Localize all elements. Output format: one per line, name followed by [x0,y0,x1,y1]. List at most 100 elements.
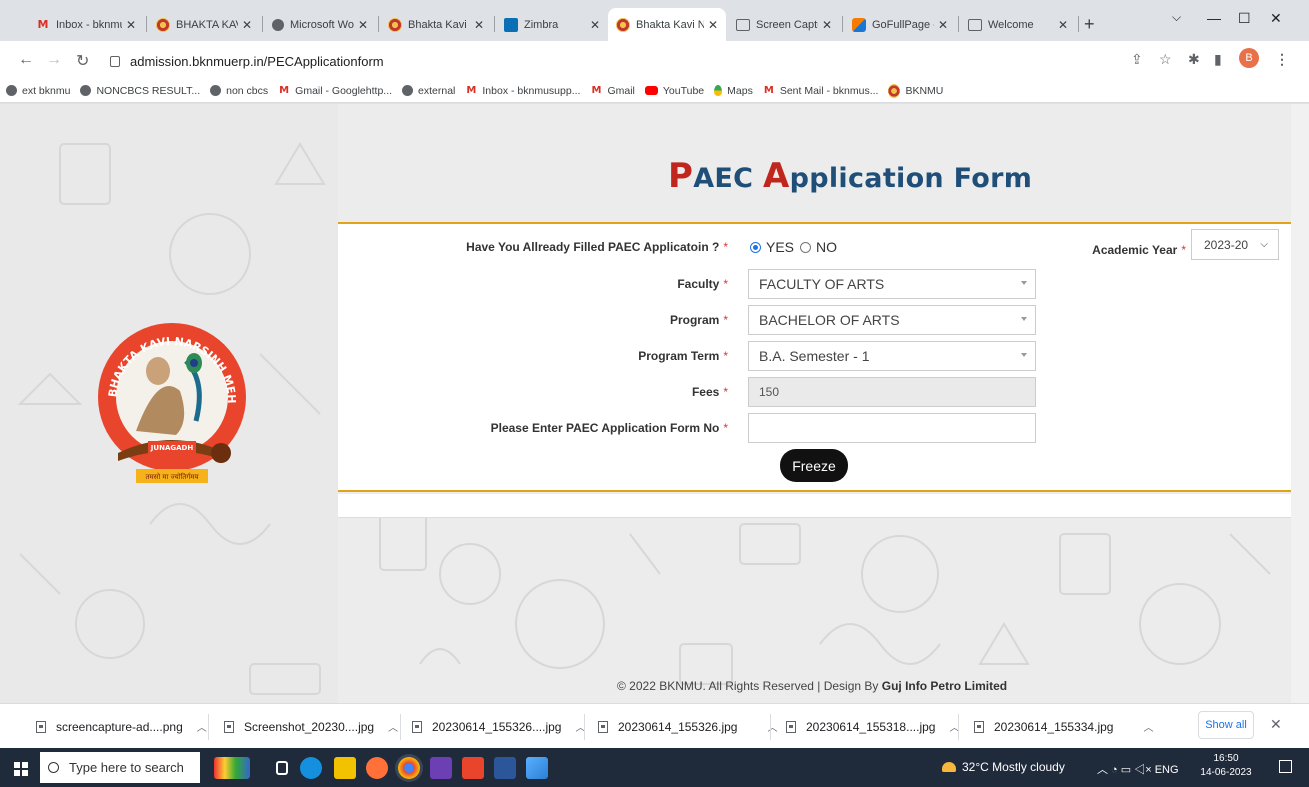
browser-tab[interactable]: Welcome ✕ [960,8,1076,41]
file-icon [412,720,422,733]
download-item[interactable]: screencapture-ad....png ︿ [36,719,207,734]
address-bar[interactable]: admission.bknmuerp.in/PECApplicationform [110,48,1110,74]
close-window-button[interactable]: ✕ [1270,10,1282,27]
tray-icons: ︿ ◔ ▭ ◁× [1097,764,1155,776]
system-tray[interactable]: ︿ ◔ ▭ ◁× ENG [1097,761,1179,777]
bookmark-star-icon[interactable]: ☆ [1159,51,1172,68]
fees-field: 150 [748,377,1036,407]
weather-widget[interactable]: 32°C Mostly cloudy [942,760,1065,774]
close-icon[interactable]: ✕ [708,18,718,32]
form-underbar [338,494,1291,518]
edge-browser-icon[interactable] [300,757,322,779]
bookmark-item[interactable]: M Sent Mail - bknmus... [763,85,879,97]
file-icon [36,720,46,733]
program-term-select[interactable]: B.A. Semester - 1 [748,341,1036,371]
download-item[interactable]: 20230614_155326.jpg ︿ [598,719,777,734]
notification-icon[interactable] [1279,760,1292,773]
no-radio-label: NO [816,239,838,255]
bookmark-item[interactable]: BKNMU [888,83,943,98]
firefox-icon[interactable] [366,757,388,779]
no-radio[interactable] [800,241,812,253]
close-icon[interactable]: ✕ [358,18,368,32]
close-icon[interactable]: ✕ [1270,716,1282,733]
bookmark-item[interactable]: external [402,85,455,97]
caret-down-icon [1021,353,1027,357]
browser-tab[interactable]: GoFullPage - F ✕ [844,8,956,41]
bookmark-item[interactable]: Maps [714,85,753,97]
menu-kebab-icon[interactable]: ⋮ [1275,51,1289,68]
pinned-app-icon[interactable] [214,757,250,779]
chevron-up-icon[interactable]: ︿ [767,719,777,734]
browser-tab[interactable]: BHAKTA KAVI N ✕ [148,8,260,41]
yes-radio[interactable] [750,241,761,253]
browser-tab-active[interactable]: Bhakta Kavi Na ✕ [608,8,726,41]
bookmark-item[interactable]: ext bknmu [6,85,70,97]
share-icon[interactable]: ⇪ [1131,51,1143,68]
bookmark-item[interactable]: M Gmail [590,85,634,97]
screen-capture-icon [968,18,982,31]
taskbar-clock[interactable]: 16:50 14-06-2023 [1200,752,1252,780]
close-icon[interactable]: ✕ [474,18,484,32]
chevron-up-icon[interactable]: ︿ [197,719,207,734]
vertical-scrollbar[interactable] [1291,104,1309,703]
pdf-app-icon[interactable] [430,757,452,779]
bookmark-item[interactable]: M Gmail - Googlehttp... [278,85,392,97]
close-icon[interactable]: ✕ [590,18,600,32]
close-icon[interactable]: ✕ [242,18,252,32]
close-icon[interactable]: ✕ [938,18,948,32]
file-explorer-icon[interactable] [334,757,356,779]
bookmark-item[interactable]: M Inbox - bknmusupp... [465,85,580,97]
caret-down-icon [1021,281,1027,285]
extensions-puzzle-icon[interactable]: ✱ [1188,51,1200,68]
maps-icon [714,85,723,96]
tab-search-chevron-icon[interactable]: ⌵ [1172,10,1181,25]
show-all-downloads-button[interactable]: Show all [1198,711,1254,739]
maximize-button[interactable]: ☐ [1238,10,1251,27]
task-view-icon[interactable] [276,761,288,775]
browser-tab[interactable]: M Inbox - bknmu ✕ [28,8,144,41]
close-icon[interactable]: ✕ [126,18,136,32]
file-icon [974,720,984,733]
bookmark-item[interactable]: NONCBCS RESULT... [80,85,200,97]
academic-year-select[interactable]: 2023-20 ⌵ [1191,229,1279,260]
page-footer: © 2022 BKNMU. All Rights Reserved | Desi… [617,679,1008,693]
close-icon[interactable]: ✕ [1058,18,1068,32]
side-panel-icon[interactable]: ▮ [1214,51,1222,68]
university-icon [388,17,402,32]
forward-arrow-icon[interactable]: → [46,51,62,69]
bookmark-item[interactable]: non cbcs [210,85,268,97]
program-select[interactable]: BACHELOR OF ARTS [748,305,1036,335]
download-item[interactable]: Screenshot_20230....jpg ︿ [224,719,398,734]
already-filled-label: Have You Allready Filled PAEC Applicatoi… [466,240,728,254]
minimize-button[interactable]: — [1207,10,1221,26]
tab-strip: M Inbox - bknmu ✕ BHAKTA KAVI N ✕ Micros… [0,0,1309,41]
anydesk-icon[interactable] [462,757,484,779]
caret-down-icon [1021,317,1027,321]
download-item[interactable]: 20230614_155334.jpg ︿ [974,719,1153,734]
browser-tab[interactable]: Zimbra ✕ [496,8,608,41]
browser-tab[interactable]: Screen Capture ✕ [728,8,840,41]
form-no-input[interactable] [748,413,1036,443]
gofullpage-icon [852,17,866,32]
download-item[interactable]: 20230614_155326....jpg ︿ [412,719,585,734]
chrome-icon[interactable] [398,757,420,779]
download-item[interactable]: 20230614_155318....jpg ︿ [786,719,959,734]
screen-capture-icon [736,18,750,31]
bookmark-item[interactable]: YouTube [644,85,704,97]
freeze-button[interactable]: Freeze [780,449,848,482]
file-icon [598,720,608,733]
browser-tab[interactable]: Microsoft Word ✕ [264,8,376,41]
new-tab-button[interactable]: + [1084,14,1095,35]
taskbar-search-box[interactable]: Type here to search [40,752,200,783]
chevron-up-icon[interactable]: ︿ [1143,719,1153,734]
photos-icon[interactable] [526,757,548,779]
browser-tab[interactable]: Bhakta Kavi Na ✕ [380,8,492,41]
windows-start-icon[interactable] [14,762,28,776]
chevron-up-icon[interactable]: ︿ [388,719,398,734]
faculty-select[interactable]: FACULTY OF ARTS [748,269,1036,299]
reload-icon[interactable]: ↻ [76,51,89,71]
profile-avatar[interactable]: B [1239,48,1259,68]
word-icon[interactable] [494,757,516,779]
back-arrow-icon[interactable]: ← [18,51,34,69]
close-icon[interactable]: ✕ [822,18,832,32]
